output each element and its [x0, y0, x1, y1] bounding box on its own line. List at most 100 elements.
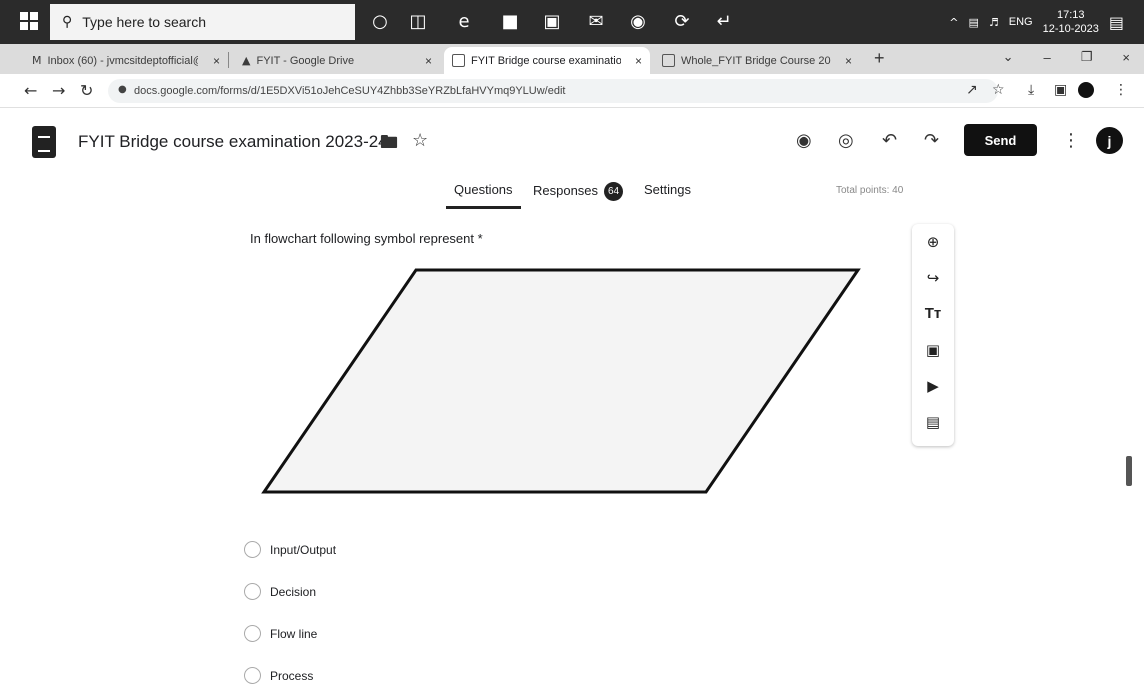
user-avatar[interactable]: j [1096, 127, 1123, 154]
total-points-label: Total points: 40 [836, 185, 904, 196]
url-text: docs.google.com/forms/d/1E5DXVi51oJehCeS… [134, 85, 566, 97]
network-icon[interactable]: ▤ [968, 16, 978, 29]
bookmark-star-icon[interactable]: ☆ [992, 82, 1005, 98]
drive-icon: ▲ [242, 54, 251, 67]
edge-icon[interactable]: e [452, 10, 476, 34]
tab-settings-label: Settings [644, 182, 691, 197]
undo-icon[interactable]: ↶ [882, 130, 897, 151]
new-tab-icon[interactable]: + [874, 48, 885, 69]
option-flow-line[interactable]: Flow line [244, 625, 317, 642]
google-forms-logo[interactable] [32, 126, 56, 158]
question-image-parallelogram[interactable] [258, 262, 868, 498]
store-icon[interactable]: ▣ [540, 10, 564, 34]
minimize-icon[interactable]: – [1044, 50, 1051, 65]
radio-button[interactable] [244, 583, 261, 600]
send-button[interactable]: Send [964, 124, 1037, 156]
option-decision[interactable]: Decision [244, 583, 316, 600]
back-icon[interactable]: ← [24, 81, 37, 100]
more-options-icon[interactable]: ⋮ [1062, 130, 1080, 151]
windows-taskbar: ⚲ Type here to search ○ ◫ e ■ ▣ ✉ ◉ ⟳ ↵ … [0, 0, 1144, 44]
lock-icon: ● [118, 84, 127, 95]
cortana-icon[interactable]: ○ [368, 10, 392, 34]
radio-button[interactable] [244, 625, 261, 642]
browser-toolbar: ← → ↻ ● docs.google.com/forms/d/1E5DXVi5… [0, 74, 1144, 108]
tab-inbox[interactable]: M Inbox (60) - jvmcsitdeptofficial@ × [24, 47, 228, 74]
forms-favicon-icon [662, 54, 675, 67]
volume-icon[interactable]: ♬ [989, 16, 999, 29]
tab-questions-label: Questions [454, 182, 513, 197]
download-icon[interactable]: ⤓ [1028, 82, 1034, 98]
taskbar-search-box[interactable]: ⚲ Type here to search [50, 4, 355, 40]
import-questions-icon[interactable]: ↪ [923, 268, 943, 288]
close-tab-icon[interactable]: × [635, 54, 642, 68]
option-label: Process [270, 668, 314, 683]
windows-start-icon[interactable] [20, 12, 38, 30]
window-controls: ⌄ – ❐ × [1003, 50, 1130, 65]
add-section-icon[interactable]: ▤ [923, 412, 943, 432]
tray-chevron-icon[interactable]: ^ [949, 16, 958, 29]
option-input-output[interactable]: Input/Output [244, 541, 336, 558]
tab-label: Inbox (60) - jvmcsitdeptofficial@ [47, 54, 198, 67]
option-label: Input/Output [270, 542, 337, 557]
tab-drive[interactable]: ▲ FYIT - Google Drive × [234, 47, 440, 74]
tab-label: FYIT - Google Drive [256, 54, 355, 67]
question-title[interactable]: In flowchart following symbol represent … [250, 231, 483, 246]
palette-icon[interactable]: ◉ [796, 130, 812, 151]
tab-label: FYIT Bridge course examination [471, 54, 621, 67]
taskbar-clock[interactable]: 17:13 12-10-2023 [1043, 8, 1099, 36]
scrollbar-thumb[interactable] [1126, 456, 1132, 486]
task-view-icon[interactable]: ◫ [406, 10, 430, 34]
add-title-icon[interactable]: Tт [923, 304, 943, 324]
form-title[interactable]: FYIT Bridge course examination 2023-24 [78, 132, 388, 152]
gmail-icon: M [32, 54, 42, 67]
add-question-icon[interactable]: ⊕ [923, 232, 943, 252]
reload-icon[interactable]: ↻ [80, 81, 93, 100]
app-icon[interactable]: ⟳ [670, 10, 694, 34]
folder-icon[interactable]: 🖿 [380, 130, 398, 160]
clock-date: 12-10-2023 [1042, 23, 1099, 35]
file-explorer-icon[interactable]: ■ [498, 10, 522, 34]
add-video-icon[interactable]: ▶ [923, 376, 943, 396]
notifications-icon[interactable]: ▤ [1109, 13, 1124, 32]
mail-icon[interactable]: ✉ [584, 10, 608, 34]
close-tab-icon[interactable]: × [425, 54, 432, 68]
language-indicator[interactable]: ENG [1009, 16, 1033, 28]
tab-search-chevron-icon[interactable]: ⌄ [1003, 50, 1014, 65]
clock-time: 17:13 [1056, 9, 1085, 21]
address-bar[interactable]: ● docs.google.com/forms/d/1E5DXVi51oJehC… [108, 79, 998, 103]
close-window-icon[interactable]: × [1122, 50, 1130, 65]
forms-favicon-icon [452, 54, 465, 67]
profile-avatar-icon[interactable] [1078, 82, 1094, 98]
radio-button[interactable] [244, 541, 261, 558]
preview-eye-icon[interactable]: ◎ [838, 130, 854, 151]
parallelogram-shape [261, 268, 861, 494]
tab-settings[interactable]: Settings [644, 182, 691, 197]
forward-icon[interactable]: → [52, 81, 65, 100]
option-label: Flow line [270, 626, 318, 641]
search-icon: ⚲ [62, 14, 73, 30]
restore-icon[interactable]: ❐ [1081, 50, 1093, 65]
side-panel-icon[interactable]: ▣ [1054, 82, 1067, 98]
browser-tab-strip: M Inbox (60) - jvmcsitdeptofficial@ × ▲ … [0, 44, 1144, 74]
option-process[interactable]: Process [244, 667, 313, 684]
chrome-menu-icon[interactable]: ⋮ [1114, 82, 1128, 98]
redo-icon[interactable]: ↷ [924, 130, 939, 151]
tab-responses-label: Responses [533, 182, 599, 198]
tab-responses[interactable]: Responses 64 [533, 182, 624, 201]
star-icon[interactable]: ☆ [412, 130, 428, 151]
app-icon-2[interactable]: ↵ [712, 10, 736, 34]
system-tray: ^ ▤ ♬ ENG 17:13 12-10-2023 ▤ [949, 0, 1124, 44]
tab-fyit-exam[interactable]: FYIT Bridge course examination × [444, 47, 650, 74]
response-count-badge: 64 [604, 182, 624, 201]
close-tab-icon[interactable]: × [845, 54, 852, 68]
floating-toolbar: ⊕ ↪ Tт ▣ ▶ ▤ [912, 224, 954, 446]
close-tab-icon[interactable]: × [213, 54, 220, 68]
tab-whole-fyit[interactable]: Whole_FYIT Bridge Course 2023 × [654, 47, 860, 74]
share-icon[interactable]: ↗ [966, 82, 978, 98]
tab-questions[interactable]: Questions [446, 182, 521, 209]
chrome-icon[interactable]: ◉ [626, 10, 650, 34]
option-label: Decision [270, 584, 317, 599]
add-image-icon[interactable]: ▣ [923, 340, 943, 360]
tab-label: Whole_FYIT Bridge Course 2023 [681, 54, 831, 67]
radio-button[interactable] [244, 667, 261, 684]
